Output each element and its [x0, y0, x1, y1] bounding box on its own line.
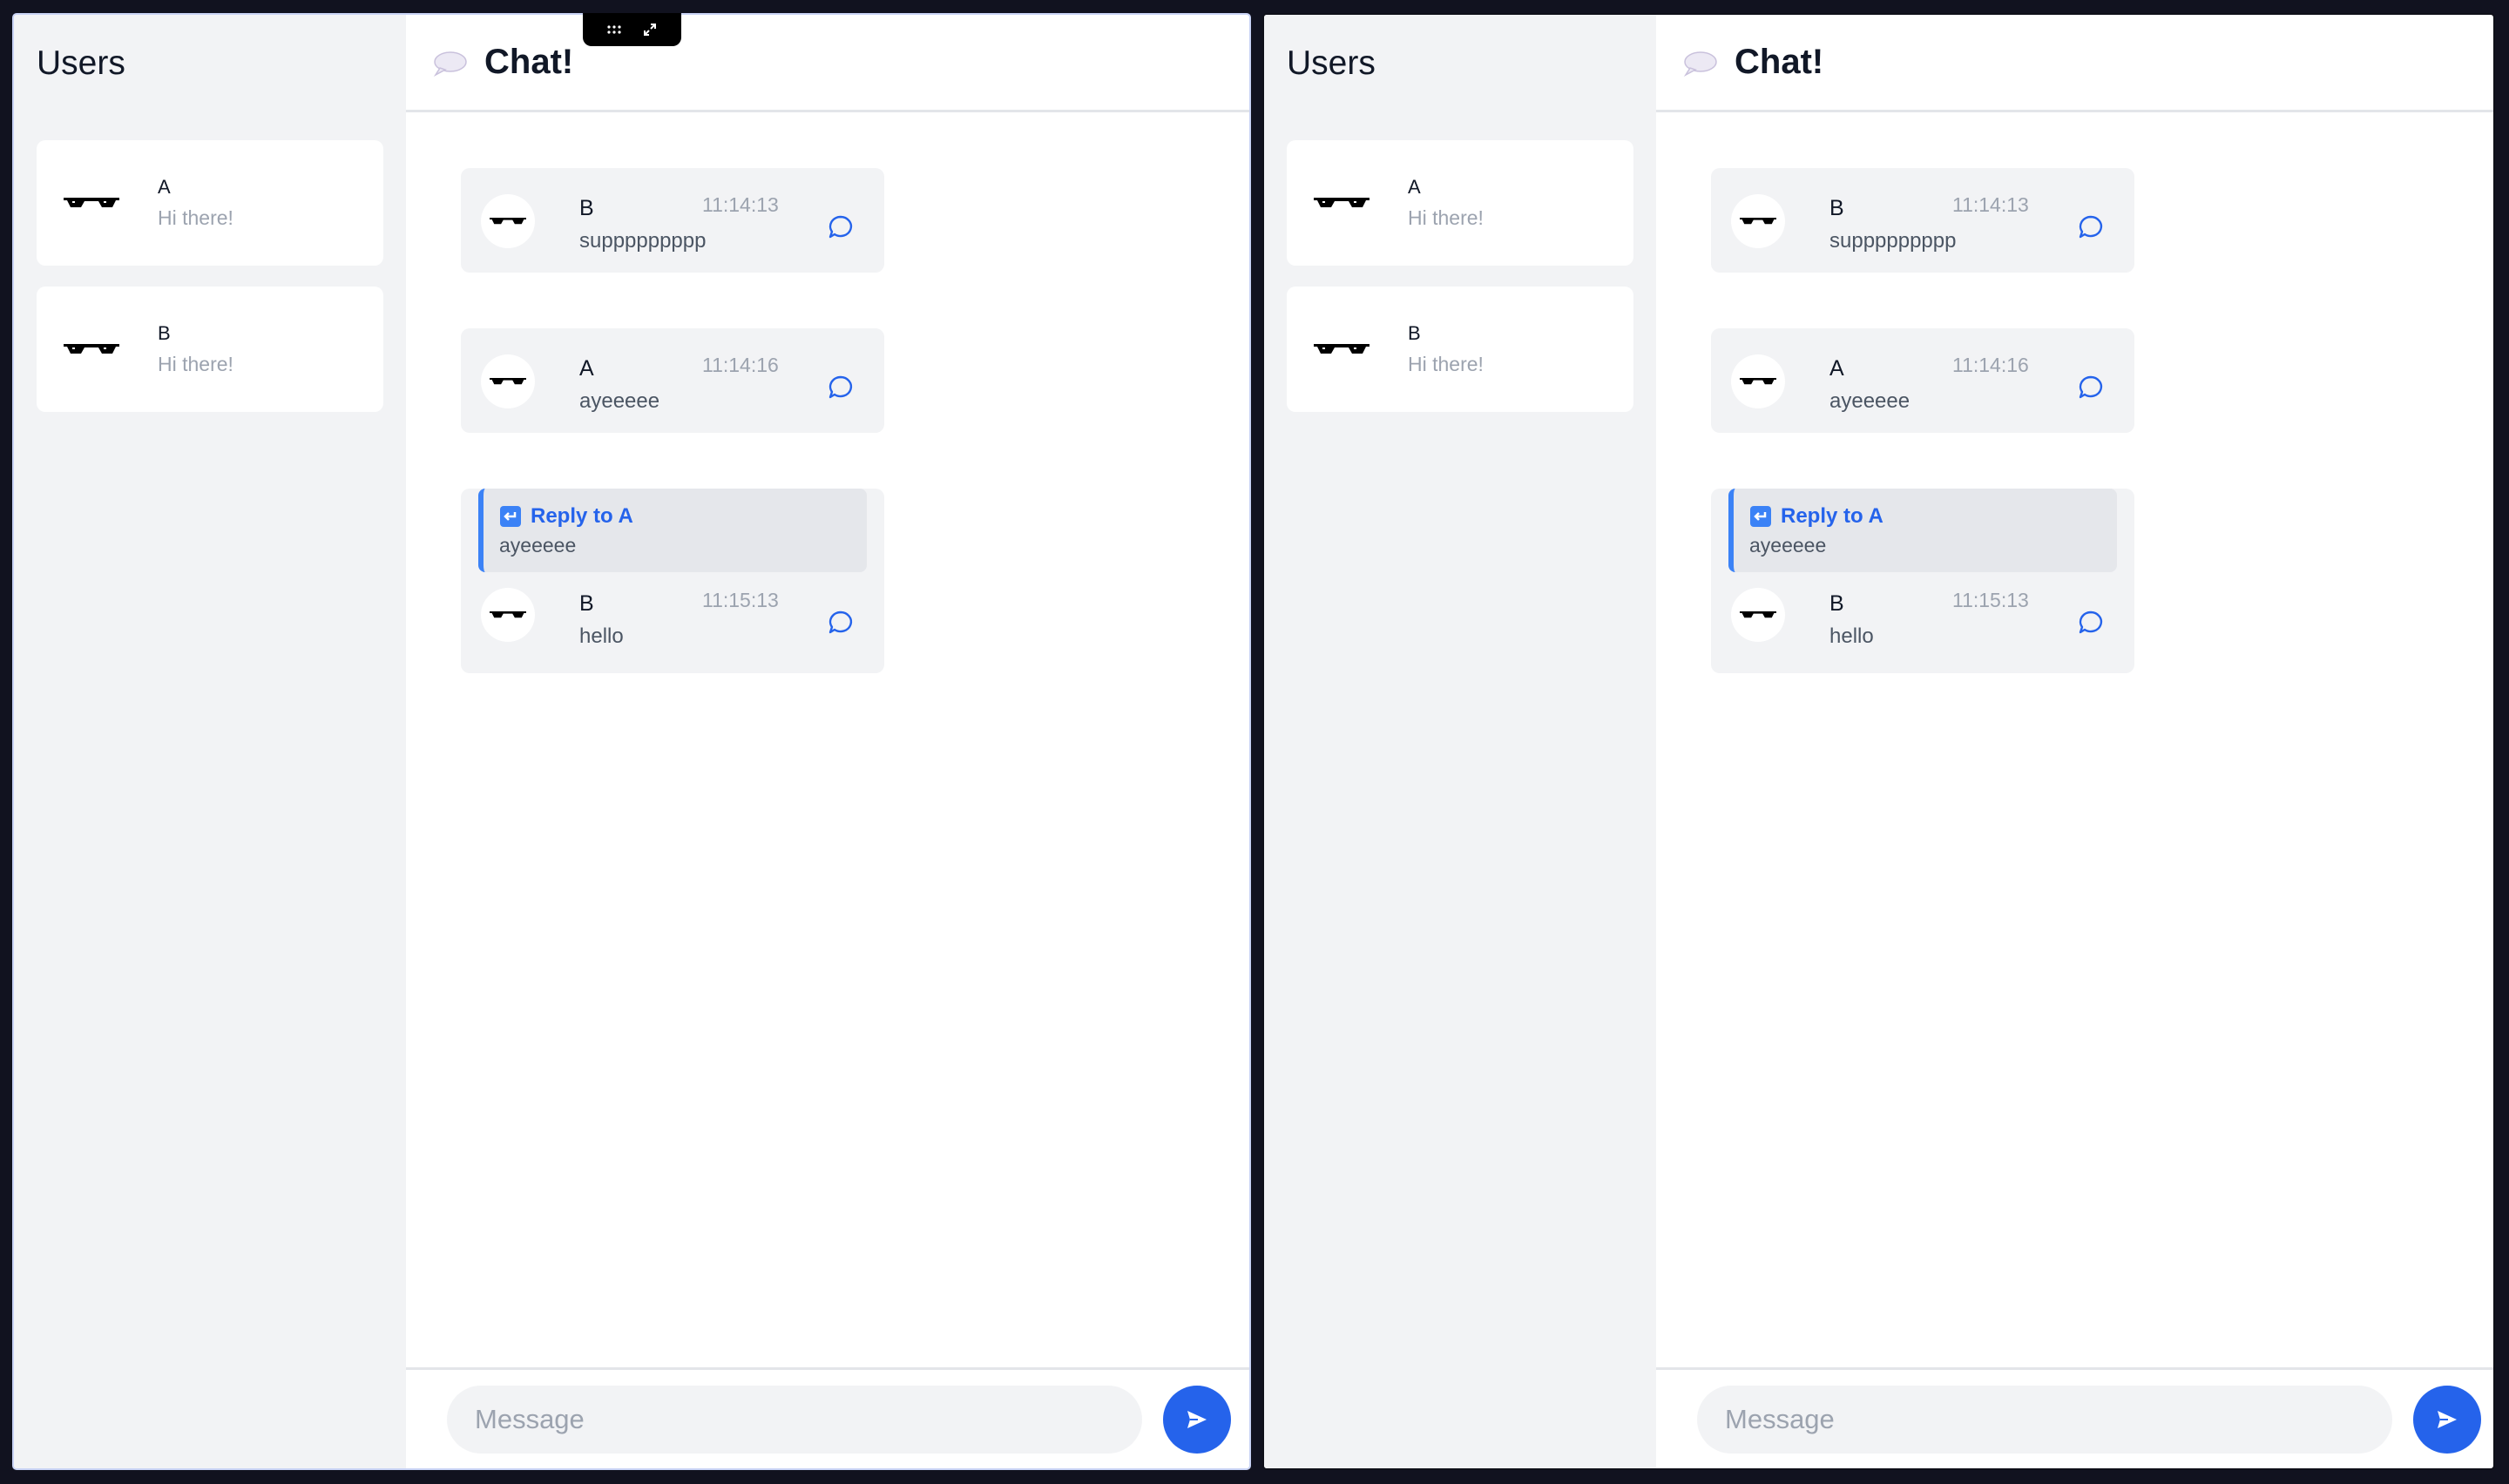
reply-bubble-icon[interactable] — [827, 374, 855, 401]
user-item-a[interactable]: A Hi there! — [37, 140, 383, 266]
message-text: suppppppppp — [579, 229, 707, 253]
chat-header: Chat! — [406, 15, 1249, 112]
message-item: Reply to A ayeeeee B 11:15:13 hello — [1711, 489, 2134, 673]
reply-quote[interactable]: Reply to A ayeeeee — [478, 489, 867, 572]
reply-quote[interactable]: Reply to A ayeeeee — [1728, 489, 2117, 572]
sunglasses-avatar-icon — [1314, 198, 1369, 207]
sunglasses-avatar-icon — [490, 611, 526, 618]
message-list: B 11:14:13 suppppppppp A 11:14:16 ayeeee… — [406, 112, 1249, 1367]
sunglasses-avatar-icon — [1314, 344, 1369, 354]
sunglasses-avatar-icon — [1740, 611, 1776, 618]
user-last-message: Hi there! — [158, 206, 233, 229]
message-text: hello — [1829, 624, 1874, 648]
message-item: A 11:14:16 ayeeeee — [461, 328, 884, 433]
avatar — [481, 588, 535, 642]
message-item: B 11:14:13 suppppppppp — [1711, 168, 2134, 273]
avatar — [1731, 354, 1785, 408]
reply-label: Reply to A — [1781, 504, 1883, 528]
sunglasses-avatar-icon — [1740, 378, 1776, 385]
message-timestamp: 11:14:13 — [702, 193, 779, 216]
message-timestamp: 11:15:13 — [702, 589, 779, 611]
message-sender: B — [579, 591, 594, 616]
chat-area: Chat! B 11:14:13 suppppppppp A 11:14:16 … — [406, 15, 1249, 1468]
message-timestamp: 11:14:16 — [1952, 354, 2029, 376]
reply-bubble-icon[interactable] — [827, 213, 855, 241]
message-timestamp: 11:15:13 — [1952, 589, 2029, 611]
message-timestamp: 11:14:16 — [702, 354, 779, 376]
user-last-message: Hi there! — [1408, 353, 1484, 375]
avatar — [481, 354, 535, 408]
message-text: ayeeeee — [579, 389, 660, 413]
chat-area: Chat! B 11:14:13 suppppppppp A 11:14:16 … — [1656, 15, 2493, 1468]
user-last-message: Hi there! — [1408, 206, 1484, 229]
send-button[interactable] — [1163, 1385, 1231, 1454]
drag-handle-icon[interactable] — [606, 22, 622, 37]
speech-bubble-icon — [1683, 51, 1717, 77]
sunglasses-avatar-icon — [1740, 218, 1776, 225]
sidebar-title: Users — [1287, 44, 1376, 82]
window-toolbar — [583, 13, 681, 46]
message-sender: A — [579, 356, 594, 381]
users-sidebar: Users A Hi there! B Hi there! — [1264, 15, 1656, 1468]
reply-arrow-icon — [500, 506, 521, 527]
message-input[interactable] — [447, 1385, 1142, 1454]
message-input[interactable] — [1697, 1385, 2392, 1454]
message-text: hello — [579, 624, 624, 648]
user-name: B — [158, 322, 171, 344]
send-icon — [2438, 1410, 2457, 1428]
message-item: B 11:14:13 suppppppppp — [461, 168, 884, 273]
reply-text: ayeeeee — [1749, 534, 1827, 556]
user-name: A — [1408, 176, 1421, 198]
message-composer — [1656, 1367, 2493, 1468]
users-sidebar: Users A Hi there! B Hi there! — [14, 15, 406, 1468]
avatar — [1731, 194, 1785, 248]
send-button[interactable] — [2413, 1385, 2481, 1454]
message-sender: B — [1829, 196, 1844, 220]
message-sender: B — [579, 196, 594, 220]
message-list: B 11:14:13 suppppppppp A 11:14:16 ayeeee… — [1656, 112, 2493, 1367]
sunglasses-avatar-icon — [490, 218, 526, 225]
desktop: Users A Hi there! B Hi there! Chat! B 11… — [0, 0, 2509, 1484]
user-item-b[interactable]: B Hi there! — [1287, 287, 1633, 412]
sunglasses-avatar-icon — [64, 198, 119, 207]
reply-bubble-icon[interactable] — [2077, 213, 2105, 241]
sunglasses-avatar-icon — [64, 344, 119, 354]
message-timestamp: 11:14:13 — [1952, 193, 2029, 216]
reply-arrow-icon — [1750, 506, 1771, 527]
message-item: Reply to A ayeeeee B 11:15:13 hello — [461, 489, 884, 673]
speech-bubble-icon — [433, 51, 467, 77]
reply-label: Reply to A — [531, 504, 633, 528]
message-sender: B — [1829, 591, 1844, 616]
send-icon — [1187, 1410, 1207, 1428]
message-sender: A — [1829, 356, 1844, 381]
sidebar-title: Users — [37, 44, 125, 82]
reply-text: ayeeeee — [499, 534, 577, 556]
chat-title: Chat! — [1735, 43, 1824, 81]
user-name: A — [158, 176, 171, 198]
message-item: A 11:14:16 ayeeeee — [1711, 328, 2134, 433]
message-text: suppppppppp — [1829, 229, 1957, 253]
message-composer — [406, 1367, 1249, 1468]
sunglasses-avatar-icon — [490, 378, 526, 385]
user-last-message: Hi there! — [158, 353, 233, 375]
user-item-b[interactable]: B Hi there! — [37, 287, 383, 412]
reply-bubble-icon[interactable] — [827, 609, 855, 637]
expand-icon[interactable] — [642, 22, 658, 37]
chat-window-right: Users A Hi there! B Hi there! Chat! B 11… — [1262, 13, 2495, 1470]
chat-title: Chat! — [484, 43, 574, 81]
message-text: ayeeeee — [1829, 389, 1910, 413]
chat-header: Chat! — [1656, 15, 2493, 112]
user-name: B — [1408, 322, 1421, 344]
reply-bubble-icon[interactable] — [2077, 609, 2105, 637]
avatar — [481, 194, 535, 248]
avatar — [1731, 588, 1785, 642]
user-item-a[interactable]: A Hi there! — [1287, 140, 1633, 266]
chat-window-left: Users A Hi there! B Hi there! Chat! B 11… — [12, 13, 1251, 1470]
reply-bubble-icon[interactable] — [2077, 374, 2105, 401]
